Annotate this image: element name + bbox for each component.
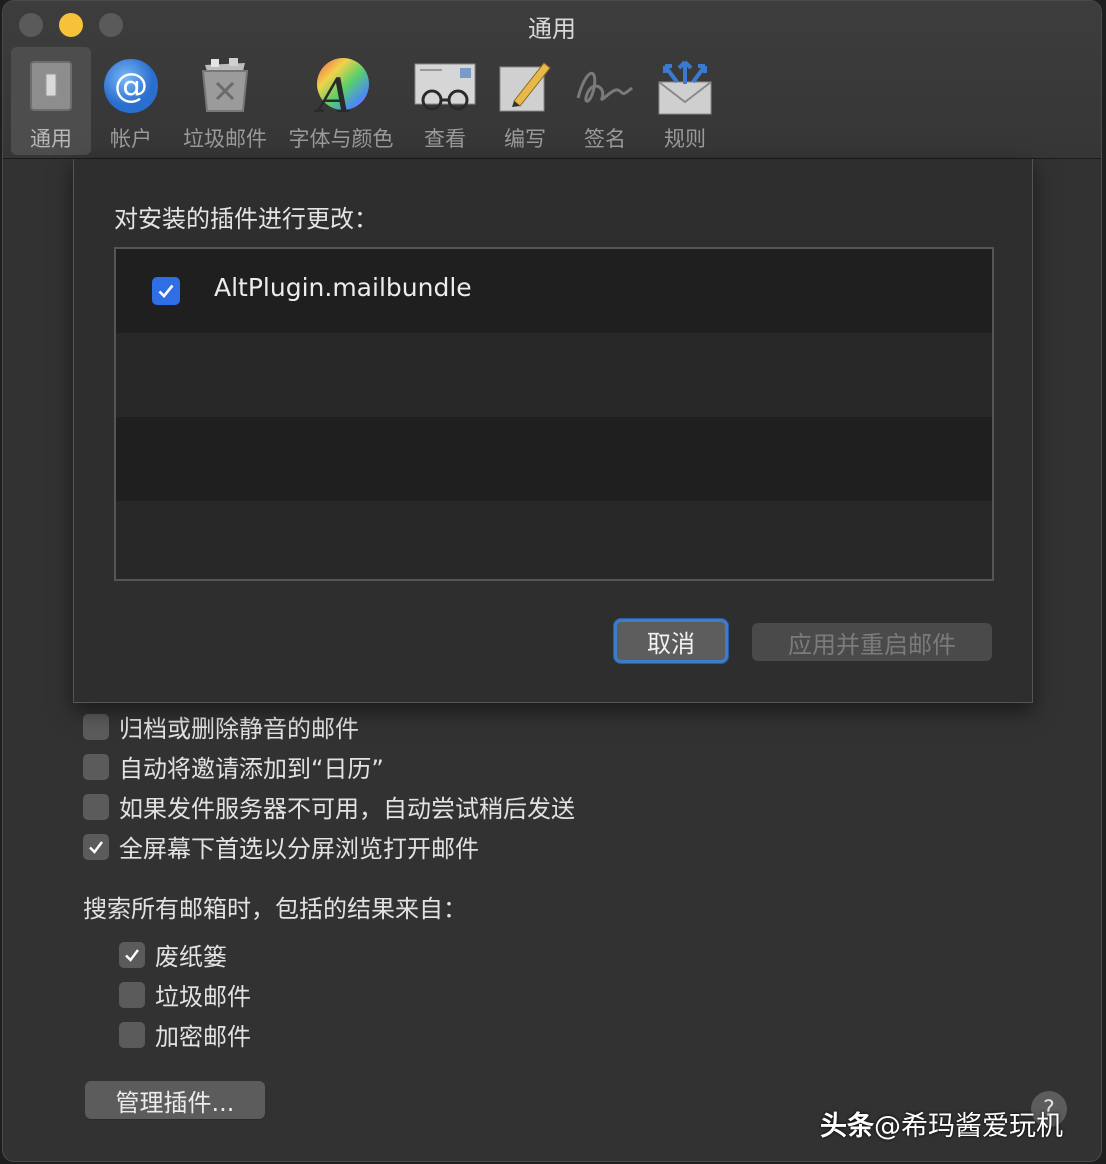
search-include-junk[interactable]: 垃圾邮件 (119, 977, 251, 1012)
watermark-brand: 头条 (820, 1111, 874, 1142)
search-include-trash[interactable]: 废纸篓 (119, 937, 227, 972)
at-sign-icon: @ (102, 53, 160, 119)
tab-fonts-colors-label: 字体与颜色 (288, 127, 394, 151)
checkbox-checked[interactable] (119, 941, 145, 968)
checkbox[interactable] (119, 981, 145, 1008)
preferences-toolbar: 通用 @ 帐户 垃圾邮件 A 字体与颜色 查看 编写 签名 规则 (11, 47, 723, 155)
tab-general[interactable]: 通用 (11, 47, 91, 155)
tab-composing[interactable]: 编写 (487, 47, 563, 155)
option-split-view[interactable]: 全屏幕下首选以分屏浏览打开邮件 (83, 829, 479, 864)
option-label: 如果发件服务器不可用，自动尝试稍后发送 (119, 795, 575, 823)
pencil-note-icon (496, 53, 554, 119)
tab-accounts[interactable]: @ 帐户 (91, 47, 171, 155)
list-empty-row (116, 417, 992, 501)
rules-envelope-icon (655, 53, 715, 119)
watermark-handle: @希玛酱爱玩机 (874, 1111, 1063, 1142)
tab-rules-label: 规则 (664, 127, 706, 151)
tab-junk[interactable]: 垃圾邮件 (171, 47, 279, 155)
option-archive-muted[interactable]: 归档或删除静音的邮件 (83, 709, 359, 744)
svg-text:@: @ (114, 66, 148, 106)
search-include-encrypted[interactable]: 加密邮件 (119, 1017, 251, 1052)
checkbox[interactable] (119, 1021, 145, 1048)
watermark: 头条@希玛酱爱玩机 (820, 1104, 1063, 1143)
font-color-wheel-icon: A (311, 53, 371, 119)
manage-plugins-button[interactable]: 管理插件... (85, 1081, 265, 1119)
list-empty-row (116, 501, 992, 579)
tab-signatures-label: 签名 (584, 127, 626, 151)
plugin-name: AltPlugin.mailbundle (214, 273, 472, 302)
apply-restart-button[interactable]: 应用并重启邮件 (752, 623, 992, 661)
checkmark-icon (89, 840, 103, 854)
sheet-title: 对安装的插件进行更改： (114, 205, 378, 233)
tab-rules[interactable]: 规则 (647, 47, 723, 155)
search-section-label: 搜索所有邮箱时，包括的结果来自： (83, 895, 467, 923)
option-label: 加密邮件 (155, 1023, 251, 1051)
tab-fonts-colors[interactable]: A 字体与颜色 (279, 47, 403, 155)
plugin-row[interactable]: AltPlugin.mailbundle (116, 249, 992, 333)
list-empty-row (116, 333, 992, 417)
tab-accounts-label: 帐户 (110, 127, 152, 151)
plugin-checkbox[interactable] (152, 277, 180, 305)
tab-junk-label: 垃圾邮件 (183, 127, 267, 151)
tab-composing-label: 编写 (504, 127, 546, 151)
checkbox[interactable] (83, 713, 109, 740)
glasses-envelope-icon (412, 53, 478, 119)
option-label: 全屏幕下首选以分屏浏览打开邮件 (119, 835, 479, 863)
tab-viewing-label: 查看 (424, 127, 466, 151)
signature-icon (572, 53, 638, 119)
option-label: 垃圾邮件 (155, 983, 251, 1011)
option-retry-send[interactable]: 如果发件服务器不可用，自动尝试稍后发送 (83, 789, 575, 824)
checkmark-icon (125, 948, 139, 962)
window-title: 通用 (528, 15, 576, 43)
option-label: 自动将邀请添加到“日历” (119, 755, 384, 783)
tab-general-label: 通用 (30, 127, 72, 151)
option-label: 归档或删除静音的邮件 (119, 715, 359, 743)
checkbox[interactable] (83, 793, 109, 820)
junk-bin-icon (195, 53, 255, 119)
preferences-window: 通用 通用 @ 帐户 垃圾邮件 A 字体与颜色 查看 编写 签名 规则 归档或删… (2, 0, 1102, 1162)
titlebar: 通用 通用 @ 帐户 垃圾邮件 A 字体与颜色 查看 编写 签名 规则 (3, 1, 1101, 159)
plugin-sheet: 对安装的插件进行更改： AltPlugin.mailbundle 取消 应用并重… (73, 159, 1033, 703)
plugin-list: AltPlugin.mailbundle (114, 247, 994, 581)
svg-text:A: A (314, 68, 353, 116)
general-switch-icon (23, 53, 79, 119)
cancel-button[interactable]: 取消 (614, 619, 728, 663)
checkmark-icon (158, 284, 174, 298)
option-label: 废纸篓 (155, 943, 227, 971)
tab-viewing[interactable]: 查看 (403, 47, 487, 155)
option-add-invitations[interactable]: 自动将邀请添加到“日历” (83, 749, 384, 784)
checkbox[interactable] (83, 753, 109, 780)
checkbox-checked[interactable] (83, 833, 109, 860)
tab-signatures[interactable]: 签名 (563, 47, 647, 155)
